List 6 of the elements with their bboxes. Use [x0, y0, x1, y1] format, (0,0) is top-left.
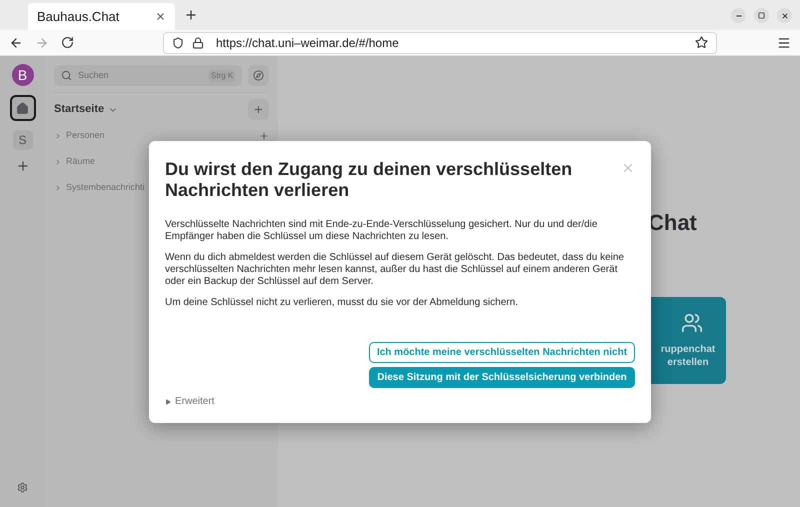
dialog-title: Du wirst den Zugang zu deinen verschlüsselten Nachrichten verlieren	[165, 159, 574, 201]
home-title: Startseite	[54, 102, 104, 118]
dialog-paragraph: Um deine Schlüssel nicht zu verlieren, musst du sie vor der Abmeldung sichern.	[165, 297, 519, 309]
dialog-paragraph: Verschlüsselte Nachrichten sind mit Ende-zu-Ende-Verschlüsselung gesichert. Nur du und der/die Empfänger haben die Schlüssel um diese Nachrichten zu lesen.	[165, 219, 598, 243]
shortcut-hint: Strg K	[208, 70, 236, 82]
dialog-paragraph: Wenn du dich abmeldest werden die Schlüssel auf diesem Gerät gelöscht. Das bedeutet, dass du keine verschlüsselten Nachrichten mehr lesen kannst, außer du hast die Schlüssel auf einem anderen Gerät oder ein Backup der Schlüssel auf dem Server.	[165, 252, 625, 288]
